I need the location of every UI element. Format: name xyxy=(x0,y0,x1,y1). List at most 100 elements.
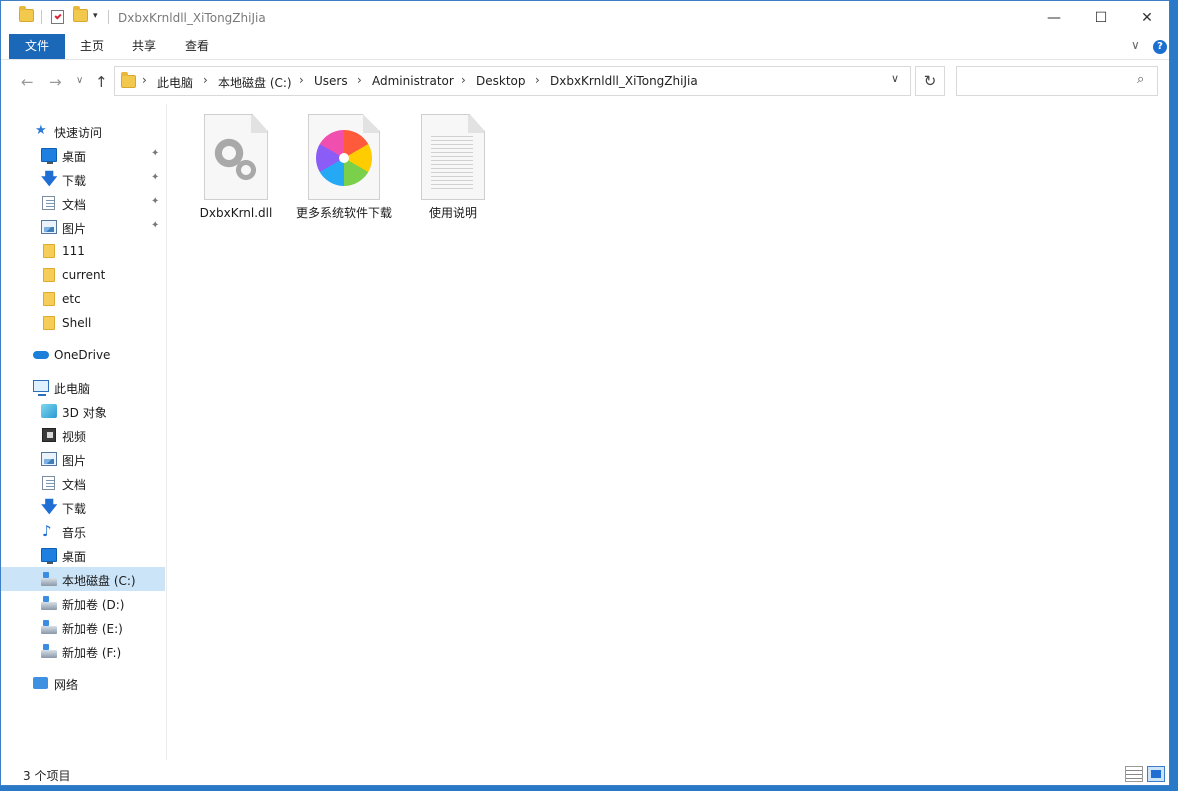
sidebar-item-drive-d[interactable]: 新加卷 (D:) xyxy=(1,591,165,615)
document-icon xyxy=(42,476,55,490)
pin-icon[interactable]: ✦ xyxy=(151,196,159,207)
file-name: 更多系统软件下载 xyxy=(295,206,392,220)
file-name: 使用说明 xyxy=(428,206,477,220)
sidebar-item-label: Shell xyxy=(62,316,92,330)
drive-icon xyxy=(41,596,57,610)
sidebar-item-111[interactable]: 111 xyxy=(1,239,165,263)
picture-icon xyxy=(41,452,57,466)
pin-icon[interactable]: ✦ xyxy=(151,172,159,183)
quick-access-dropdown-icon[interactable]: ▾ xyxy=(93,11,98,21)
back-button[interactable]: ← xyxy=(21,73,34,91)
sidebar-item-desktop[interactable]: 桌面 ✦ xyxy=(1,143,165,167)
sidebar-item-label: 网络 xyxy=(54,678,79,692)
download-icon: 🡇 xyxy=(41,169,58,188)
divider xyxy=(108,10,109,24)
sidebar-item-drive-e[interactable]: 新加卷 (E:) xyxy=(1,615,165,639)
drive-icon xyxy=(41,572,57,586)
pin-icon[interactable]: ✦ xyxy=(151,220,159,231)
help-icon[interactable]: ? xyxy=(1153,40,1167,54)
maximize-button[interactable]: ☐ xyxy=(1078,1,1124,34)
large-icons-view-icon[interactable] xyxy=(1147,766,1165,782)
sidebar-item-downloads[interactable]: 🡇 下载 ✦ xyxy=(1,167,165,191)
address-dropdown-icon[interactable]: ∨ xyxy=(891,72,899,85)
sidebar-item-documents[interactable]: 文档 ✦ xyxy=(1,191,165,215)
breadcrumb-users[interactable]: Users xyxy=(314,74,348,88)
sidebar-item-label: 新加卷 (D:) xyxy=(62,598,125,612)
breadcrumb-current-folder[interactable]: DxbxKrnldll_XiTongZhiJia xyxy=(550,74,698,88)
breadcrumb-separator[interactable]: › xyxy=(142,73,147,87)
sidebar-item-label: 下载 xyxy=(62,174,87,188)
drive-icon xyxy=(41,620,57,634)
sidebar-item-etc[interactable]: etc xyxy=(1,287,165,311)
breadcrumb-desktop[interactable]: Desktop xyxy=(476,74,526,88)
download-icon: 🡇 xyxy=(41,497,58,516)
sidebar-item-label: current xyxy=(62,268,106,282)
sidebar-item-label: etc xyxy=(62,292,81,306)
divider xyxy=(41,10,42,24)
sidebar-quick-access[interactable]: ★ 快速访问 xyxy=(1,119,165,143)
refresh-button[interactable]: ↻ xyxy=(915,66,945,96)
sidebar-item-pictures[interactable]: 图片 ✦ xyxy=(1,215,165,239)
window-title: DxbxKrnldll_XiTongZhiJia xyxy=(118,11,266,25)
breadcrumb-local-disk[interactable]: 本地磁盘 (C:) xyxy=(218,74,292,91)
details-view-icon[interactable] xyxy=(1125,766,1143,782)
3d-objects-icon xyxy=(41,404,57,418)
sidebar-item-documents-pc[interactable]: 文档 xyxy=(1,471,165,495)
status-bar: 3 个项目 xyxy=(1,760,1169,785)
sidebar-network[interactable]: 网络 xyxy=(1,671,165,695)
sidebar-item-drive-c[interactable]: 本地磁盘 (C:) xyxy=(1,567,165,591)
folder-icon xyxy=(43,244,55,258)
breadcrumb-separator[interactable]: › xyxy=(461,73,466,87)
sidebar-item-downloads-pc[interactable]: 🡇 下载 xyxy=(1,495,165,519)
sidebar-item-pictures-pc[interactable]: 图片 xyxy=(1,447,165,471)
breadcrumb-administrator[interactable]: Administrator xyxy=(372,74,454,88)
sidebar-item-music[interactable]: ♪ 音乐 xyxy=(1,519,165,543)
search-input[interactable] xyxy=(961,71,1131,91)
title-bar: ▾ DxbxKrnldll_XiTongZhiJia — ☐ ✕ xyxy=(1,1,1169,34)
properties-icon[interactable] xyxy=(51,10,64,24)
sidebar-item-current[interactable]: current xyxy=(1,263,165,287)
breadcrumb-separator[interactable]: › xyxy=(535,73,540,87)
sidebar-item-label: 此电脑 xyxy=(54,382,91,396)
file-item-shortcut[interactable]: 更多系统软件下载 xyxy=(294,114,394,221)
forward-button[interactable]: → xyxy=(49,73,62,91)
sidebar-item-drive-f[interactable]: 新加卷 (F:) xyxy=(1,639,165,663)
sidebar-item-shell[interactable]: Shell xyxy=(1,311,165,335)
sidebar-item-desktop-pc[interactable]: 桌面 xyxy=(1,543,165,567)
sidebar-item-videos[interactable]: 视频 xyxy=(1,423,165,447)
search-box[interactable]: ⌕ xyxy=(956,66,1158,96)
new-folder-icon[interactable] xyxy=(73,6,88,22)
search-icon[interactable]: ⌕ xyxy=(1137,72,1144,87)
address-bar[interactable]: › 此电脑 › 本地磁盘 (C:) › Users › Administrato… xyxy=(114,66,911,96)
recent-locations-icon[interactable]: ∨ xyxy=(76,75,83,86)
folder-icon xyxy=(121,72,136,88)
tab-share[interactable]: 共享 xyxy=(119,34,169,59)
pin-icon[interactable]: ✦ xyxy=(151,148,159,159)
sidebar-this-pc[interactable]: 此电脑 xyxy=(1,375,165,399)
sidebar-onedrive[interactable]: OneDrive xyxy=(1,343,165,367)
ribbon-collapse-icon[interactable]: ∨ xyxy=(1131,38,1140,52)
desktop-background xyxy=(1170,0,1178,791)
breadcrumb-separator[interactable]: › xyxy=(357,73,362,87)
breadcrumb-separator[interactable]: › xyxy=(203,73,208,87)
breadcrumb-this-pc[interactable]: 此电脑 xyxy=(157,74,193,91)
sidebar-item-label: 新加卷 (E:) xyxy=(62,622,123,636)
desktop-icon xyxy=(41,148,57,164)
file-item-readme[interactable]: 使用说明 xyxy=(403,114,503,221)
item-count: 3 个项目 xyxy=(23,769,71,783)
up-button[interactable]: ↑ xyxy=(95,73,108,91)
sidebar-item-3d-objects[interactable]: 3D 对象 xyxy=(1,399,165,423)
sidebar-item-label: 111 xyxy=(62,244,85,258)
tab-home[interactable]: 主页 xyxy=(67,34,117,59)
sidebar-item-label: 图片 xyxy=(62,222,87,236)
breadcrumb-separator[interactable]: › xyxy=(299,73,304,87)
tab-view[interactable]: 查看 xyxy=(172,34,222,59)
tab-file[interactable]: 文件 xyxy=(9,34,65,59)
file-item-dll[interactable]: DxbxKrnl.dll xyxy=(186,114,286,221)
close-button[interactable]: ✕ xyxy=(1124,1,1169,34)
file-name: DxbxKrnl.dll xyxy=(199,206,273,220)
sidebar-item-label: 桌面 xyxy=(62,150,87,164)
sidebar-item-label: 3D 对象 xyxy=(62,406,107,420)
minimize-button[interactable]: — xyxy=(1031,1,1077,34)
sidebar-item-label: 桌面 xyxy=(62,550,87,564)
